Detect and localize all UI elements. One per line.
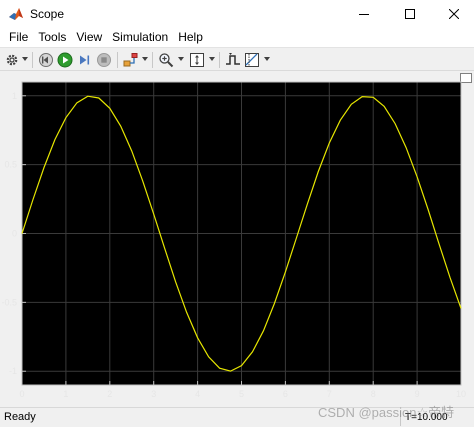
- window-title: Scope: [30, 7, 65, 21]
- run-icon: [57, 52, 73, 68]
- x-tick-label: 10: [456, 389, 466, 399]
- toolbar-separator: [117, 52, 118, 68]
- matlab-logo-icon: [8, 6, 24, 22]
- menu-file[interactable]: File: [4, 28, 33, 46]
- zoom-in-icon: [159, 53, 174, 68]
- toolbar-separator: [219, 52, 220, 68]
- toolbar-separator: [152, 52, 153, 68]
- maximize-button[interactable]: [388, 0, 432, 28]
- menu-help[interactable]: Help: [173, 28, 208, 46]
- x-tick-label: 3: [151, 389, 156, 399]
- highlight-signal-button[interactable]: [123, 51, 139, 69]
- menu-view[interactable]: View: [71, 28, 107, 46]
- watermark: CSDN @passion☆帝特: [318, 405, 455, 420]
- x-tick-label: 2: [107, 389, 112, 399]
- autoscale-dropdown-arrow[interactable]: [209, 57, 215, 61]
- status-text: Ready: [4, 411, 36, 423]
- stop-icon: [97, 53, 111, 67]
- highlight-signal-dropdown-arrow[interactable]: [142, 57, 148, 61]
- x-tick-label: 9: [415, 389, 420, 399]
- x-tick-label: 1: [63, 389, 68, 399]
- scope-display[interactable]: 0 1 2 3 4 5 6 7 8 9 10 -1 -0.5 0 0.5 1: [0, 71, 474, 407]
- cursor-measurements-icon: [245, 53, 259, 67]
- y-tick-label: -0.5: [1, 297, 17, 307]
- step-forward-icon: [80, 55, 90, 65]
- y-tick-label: 0.5: [4, 160, 17, 170]
- stop-button[interactable]: [96, 51, 112, 69]
- run-button[interactable]: [57, 51, 73, 69]
- toolbar: [0, 47, 474, 71]
- x-tick-label: 5: [239, 389, 244, 399]
- close-button[interactable]: [432, 0, 474, 28]
- x-tick-label: 6: [283, 389, 288, 399]
- autoscale-icon: [190, 53, 204, 67]
- toolbar-separator: [32, 52, 33, 68]
- menu-simulation[interactable]: Simulation: [107, 28, 173, 46]
- cursor-measurements-button[interactable]: [244, 51, 260, 69]
- zoom-button[interactable]: [158, 51, 174, 69]
- cursor-measurements-dropdown-arrow[interactable]: [264, 57, 270, 61]
- highlight-signal-icon: [123, 53, 138, 67]
- minimize-icon: [359, 14, 369, 15]
- close-icon: [449, 9, 459, 19]
- minimize-button[interactable]: [342, 0, 386, 28]
- title-bar: Scope: [0, 0, 474, 28]
- step-forward-button[interactable]: [77, 51, 93, 69]
- x-tick-label: 0: [19, 389, 24, 399]
- zoom-dropdown-arrow[interactable]: [178, 57, 184, 61]
- autoscale-button[interactable]: [189, 51, 205, 69]
- x-tick-label: 8: [371, 389, 376, 399]
- step-back-icon: [39, 53, 53, 67]
- y-tick-label: 1: [12, 91, 17, 101]
- configuration-button[interactable]: [5, 51, 19, 69]
- menu-bar: File Tools View Simulation Help: [0, 28, 474, 46]
- step-back-button[interactable]: [38, 51, 54, 69]
- maximize-icon: [405, 9, 415, 19]
- configuration-dropdown-arrow[interactable]: [22, 57, 28, 61]
- triggers-button[interactable]: [225, 51, 241, 69]
- y-tick-label: -1: [9, 366, 17, 376]
- gear-icon: [6, 54, 18, 66]
- triggers-icon: [226, 53, 240, 65]
- y-tick-label: 0: [12, 229, 17, 239]
- menu-tools[interactable]: Tools: [33, 28, 71, 46]
- x-tick-label: 7: [327, 389, 332, 399]
- x-tick-label: 4: [195, 389, 200, 399]
